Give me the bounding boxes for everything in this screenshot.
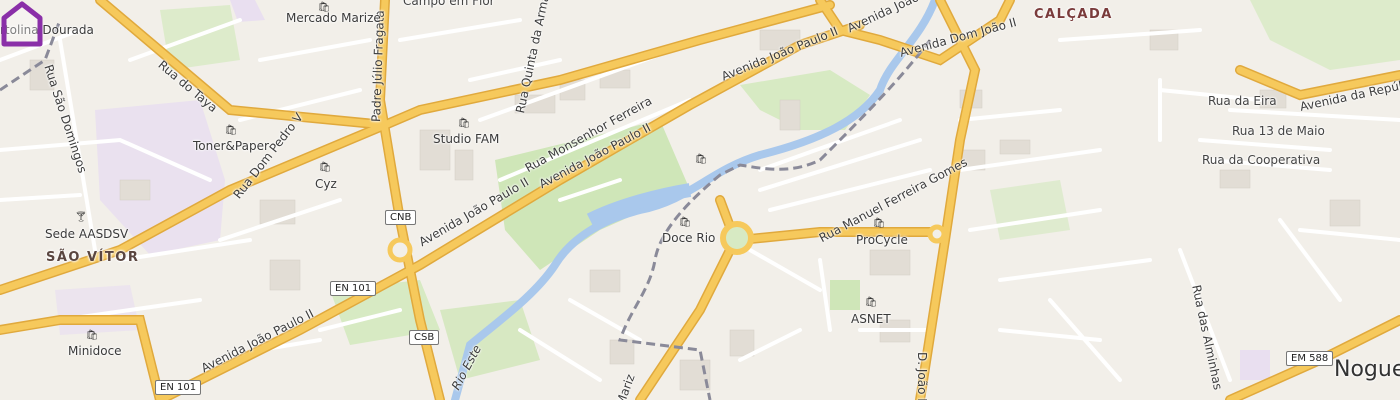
road-shield-en101: EN 101 — [330, 281, 377, 296]
street-label-rua-da-cooperativa: Rua da Cooperativa — [1202, 153, 1321, 167]
area-label-nogueira: Nogue — [1334, 357, 1400, 382]
poi-label-doce-rio[interactable]: Doce Rio — [662, 231, 715, 245]
poi-label-mercado-marize[interactable]: Mercado Marizé — [286, 11, 381, 25]
shopping-bag-icon[interactable]: 🛍︎ — [694, 153, 708, 167]
shopping-bag-icon[interactable]: 🛍︎ — [872, 217, 886, 231]
poi-label-asnet[interactable]: ASNET — [851, 312, 891, 326]
street-label-rua-da-eira: Rua da Eira — [1208, 94, 1277, 108]
home-pin-icon[interactable] — [0, 0, 44, 48]
shopping-bag-icon[interactable]: 🛍︎ — [678, 216, 692, 230]
poi-label-toner-paper[interactable]: Toner&Paper — [193, 139, 269, 153]
street-label-dom-joao-ii: D. João II — [915, 352, 929, 400]
shopping-bag-icon[interactable]: 🛍︎ — [318, 161, 332, 175]
shopping-bag-icon[interactable]: 🛍︎ — [864, 296, 878, 310]
area-label-calcada: CALÇADA — [1034, 7, 1113, 22]
poi-label-cyz[interactable]: Cyz — [315, 177, 337, 191]
poi-label-sede-aasdsv[interactable]: Sede AASDSV — [45, 227, 128, 241]
map-view[interactable]: SÃO VÍTOR CALÇADA Nogue Avenida João Pau… — [0, 0, 1400, 400]
road-shield-cnb: CNB — [385, 210, 417, 225]
shopping-bag-icon[interactable]: 🛍︎ — [457, 117, 471, 131]
poi-label-minidoce[interactable]: Minidoce — [68, 344, 122, 358]
street-label-campo-em-flor: Campo em Flor — [403, 0, 495, 8]
shopping-bag-icon[interactable]: 🛍︎ — [224, 124, 238, 138]
map-canvas — [0, 0, 1400, 400]
shopping-bag-icon[interactable]: 🛍︎ — [85, 329, 99, 343]
poi-label-procycle[interactable]: ProCycle — [856, 233, 908, 247]
road-shield-csb: CSB — [409, 330, 440, 345]
road-shield-en101: EN 101 — [155, 380, 202, 395]
street-label-rua-13-de-maio: Rua 13 de Maio — [1232, 124, 1325, 138]
poi-label-studio-fam[interactable]: Studio FAM — [433, 132, 499, 146]
road-shield-em588: EM 588 — [1286, 351, 1334, 366]
area-label-sao-vitor: SÃO VÍTOR — [46, 250, 140, 265]
cocktail-icon[interactable]: 🍸︎ — [74, 211, 88, 225]
